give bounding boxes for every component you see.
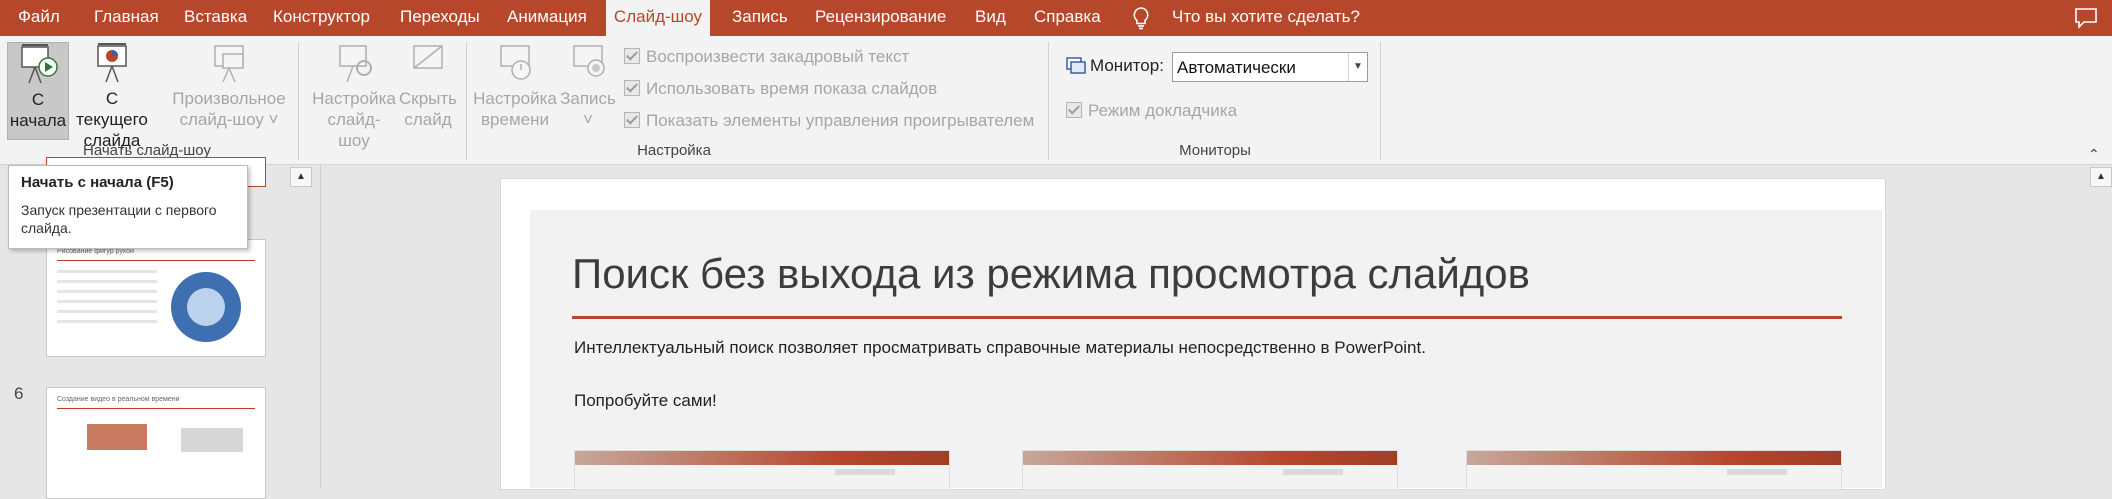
menu-bar: Файл Главная Вставка Конструктор Переход… <box>0 0 2112 36</box>
thumbnail-image <box>181 428 243 452</box>
lightbulb-icon <box>1133 7 1149 30</box>
monitor-dropdown-value: Автоматически <box>1177 58 1296 77</box>
ribbon: С начала С текущего слайда Произвольное … <box>0 36 2112 165</box>
ribbon-separator <box>466 42 467 160</box>
from-current-slide-button[interactable]: С текущего слайда <box>68 42 156 150</box>
checkbox-box <box>1066 102 1082 118</box>
slide-title-rule <box>572 316 1842 319</box>
tab-animations[interactable]: Анимация <box>507 0 591 36</box>
show-media-controls-label: Показать элементы управления проигрывате… <box>646 111 1035 130</box>
custom-slideshow-button[interactable]: Произвольное слайд-шоу ˅ <box>166 42 292 138</box>
slideshow-play-icon <box>21 44 58 84</box>
slide-number: 6 <box>14 384 24 403</box>
use-timings-label: Использовать время показа слайдов <box>646 79 938 98</box>
tab-help[interactable]: Справка <box>1034 0 1101 36</box>
custom-label-2: слайд-шоу ˅ <box>179 110 279 129</box>
tooltip-body: Запуск презентации с первого слайда. <box>21 202 217 236</box>
group-label-monitors: Мониторы <box>1179 142 1251 159</box>
slide-body-text[interactable]: Интеллектуальный поиск позволяет просмат… <box>574 338 1426 358</box>
hide-slide-icon <box>413 45 443 69</box>
checkbox-box <box>624 48 640 64</box>
record-label-2: ˅ <box>583 110 593 129</box>
record-icon <box>573 45 605 77</box>
play-narrations-checkbox[interactable]: Воспроизвести закадровый текст <box>624 47 909 67</box>
monitor-label: Монитор: <box>1090 56 1164 75</box>
editor-scroll-up-button[interactable]: ▲ <box>2090 167 2112 187</box>
slide-title[interactable]: Поиск без выхода из режима просмотра сла… <box>572 250 1530 298</box>
rehearse-timings-button[interactable]: Настройка времени <box>470 42 560 138</box>
presenter-view-checkbox[interactable]: Режим докладчика <box>1066 101 1237 121</box>
thumbnail-slide-5[interactable]: Рисование фигур рукой <box>46 239 266 357</box>
rehearse-label-1: Настройка <box>473 89 557 108</box>
comments-icon[interactable] <box>2074 7 2098 29</box>
record-label-1: Запись <box>560 89 616 108</box>
tab-insert[interactable]: Вставка <box>184 0 260 36</box>
tab-transitions[interactable]: Переходы <box>400 0 482 36</box>
setup-label-2: слайд-шоу <box>327 110 381 150</box>
tab-slideshow[interactable]: Слайд-шоу <box>606 0 710 36</box>
thumbnail-image <box>87 424 147 450</box>
thumbnail-text-lines <box>57 270 157 330</box>
hide-label-2: слайд <box>404 110 452 129</box>
slide-screenshot-3 <box>1466 450 1842 490</box>
group-label-setup: Настройка <box>637 142 711 159</box>
checkbox-box <box>624 80 640 96</box>
hide-label-1: Скрыть <box>398 89 458 108</box>
play-narrations-label: Воспроизвести закадровый текст <box>646 47 910 66</box>
rehearse-label-2: времени <box>481 110 549 129</box>
presenter-view-label: Режим докладчика <box>1088 101 1238 120</box>
collapse-ribbon-icon[interactable]: ⌃ <box>2088 146 2100 163</box>
from-beginning-label-1: С <box>31 90 45 109</box>
chevron-down-icon[interactable]: ▼ <box>1348 53 1367 81</box>
slide-screenshot-1 <box>574 450 950 490</box>
monitor-dropdown[interactable]: Автоматически ▼ <box>1172 52 1368 82</box>
tab-design[interactable]: Конструктор <box>273 0 379 36</box>
custom-slideshow-icon <box>214 45 244 83</box>
tab-view[interactable]: Вид <box>975 0 1007 36</box>
thumbnail-slide-6[interactable]: Создание видео в реальном времени <box>46 387 266 499</box>
thumbnail-title: Рисование фигур рукой <box>57 248 134 255</box>
from-beginning-label-2: начала <box>9 111 67 130</box>
setup-slideshow-icon <box>339 45 372 83</box>
setup-label-1: Настройка <box>312 89 396 108</box>
setup-slideshow-button[interactable]: Настройка слайд-шоу <box>312 42 396 150</box>
from-current-label-1: С текущего <box>76 89 148 129</box>
thumbnail-rule <box>57 408 255 409</box>
from-beginning-button[interactable]: С начала <box>7 42 69 140</box>
slideshow-current-icon <box>97 43 127 83</box>
thumbnail-rule <box>57 260 255 261</box>
tab-file[interactable]: Файл <box>18 0 60 36</box>
rehearse-timings-icon <box>500 45 531 80</box>
tab-review[interactable]: Рецензирование <box>815 0 951 36</box>
ribbon-separator <box>298 42 299 160</box>
hide-slide-button[interactable]: Скрыть слайд <box>398 42 458 138</box>
tab-record[interactable]: Запись <box>732 0 788 36</box>
ribbon-separator <box>1048 42 1049 160</box>
thumbnail-title: Создание видео в реальном времени <box>57 396 180 403</box>
custom-label-1: Произвольное <box>172 89 286 108</box>
slide-screenshot-2 <box>1022 450 1398 490</box>
tooltip-title: Начать с начала (F5) <box>21 174 174 191</box>
show-media-controls-checkbox[interactable]: Показать элементы управления проигрывате… <box>624 111 1034 131</box>
use-timings-checkbox[interactable]: Использовать время показа слайдов <box>624 79 937 99</box>
tell-me-search[interactable]: Что вы хотите сделать? <box>1172 0 1360 36</box>
monitor-icon <box>1066 57 1086 74</box>
tab-home[interactable]: Главная <box>94 0 170 36</box>
ribbon-separator <box>1380 42 1381 160</box>
thumbnail-donut-shape <box>171 272 241 342</box>
thumbnails-scroll-up-button[interactable]: ▲ <box>290 167 312 187</box>
tooltip: Начать с начала (F5) Запуск презентации … <box>8 165 248 249</box>
checkbox-box <box>624 112 640 128</box>
slide-cta-text[interactable]: Попробуйте сами! <box>574 391 717 411</box>
record-button[interactable]: Запись ˅ <box>558 42 618 138</box>
